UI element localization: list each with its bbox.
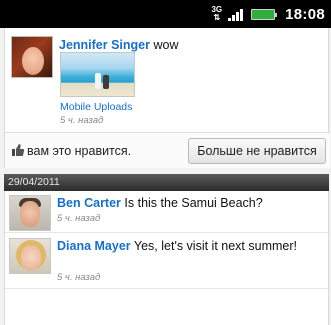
like-row: вам это нравится. Больше не нравится [5, 132, 330, 168]
network-indicator: 3G ⇅ [211, 6, 222, 22]
date-separator: 29/04/2011 [4, 174, 329, 191]
comment-text: Yes, let's visit it next summer! [133, 239, 297, 253]
unlike-button[interactable]: Больше не нравится [188, 138, 326, 164]
author-avatar[interactable] [11, 36, 53, 78]
comment-item: Diana Mayer Yes, let's visit it next sum… [5, 234, 330, 289]
status-clock: 18:08 [285, 5, 325, 23]
post-photo[interactable] [60, 52, 135, 97]
post-header: Jennifer Singer wow [59, 38, 179, 52]
thumbs-up-icon [12, 144, 25, 156]
facebook-post-screen: 3G ⇅ 18:08 Jennifer Singer wow Mobile Up… [0, 0, 331, 325]
battery-icon [251, 8, 278, 20]
comment-body: Diana Mayer Yes, let's visit it next sum… [57, 238, 325, 254]
comment-timestamp: 5 ч. назад [57, 272, 101, 283]
commenter-avatar[interactable] [9, 238, 51, 274]
like-status-text: вам это нравится. [27, 144, 132, 158]
post-timestamp: 5 ч. назад [60, 115, 104, 126]
post-message: wow [153, 38, 179, 52]
comment-author-link[interactable]: Ben Carter [57, 196, 121, 210]
status-bar: 3G ⇅ 18:08 [0, 0, 331, 28]
album-link[interactable]: Mobile Uploads [60, 101, 132, 113]
data-arrows-icon: ⇅ [213, 13, 221, 22]
comment-text: Is this the Samui Beach? [124, 196, 263, 210]
signal-strength-icon [228, 7, 244, 21]
post-author-link[interactable]: Jennifer Singer [59, 38, 150, 52]
comment-body: Ben Carter Is this the Samui Beach? [57, 195, 325, 211]
commenter-avatar[interactable] [9, 195, 51, 231]
comments-list: Ben Carter Is this the Samui Beach? 5 ч.… [4, 191, 330, 325]
comment-author-link[interactable]: Diana Mayer [57, 239, 131, 253]
post-card: Jennifer Singer wow Mobile Uploads 5 ч. … [4, 28, 330, 168]
comment-item: Ben Carter Is this the Samui Beach? 5 ч.… [5, 191, 330, 233]
comment-timestamp: 5 ч. назад [57, 213, 101, 224]
